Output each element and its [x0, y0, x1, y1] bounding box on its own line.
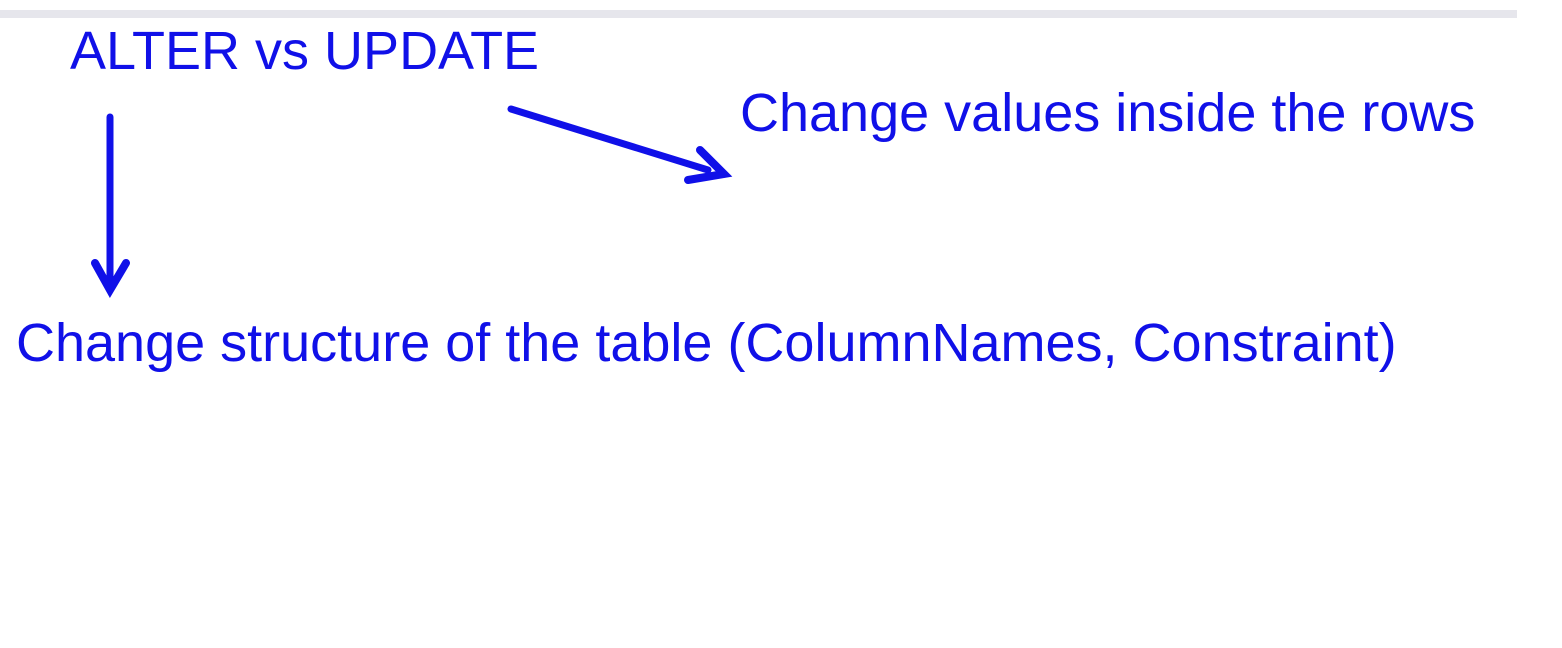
update-description: Change values inside the rows	[740, 83, 1476, 143]
arrow-to-alter-description	[91, 113, 130, 299]
diagram-title: ALTER vs UPDATE	[70, 21, 540, 81]
arrow-to-update-description	[507, 105, 733, 184]
arrow-shaft	[507, 105, 712, 174]
right-margin	[1517, 0, 1562, 648]
diagram-canvas: ALTER vs UPDATE Change values inside the…	[0, 0, 1562, 648]
alter-description: Change structure of the table (ColumnNam…	[16, 313, 1397, 373]
